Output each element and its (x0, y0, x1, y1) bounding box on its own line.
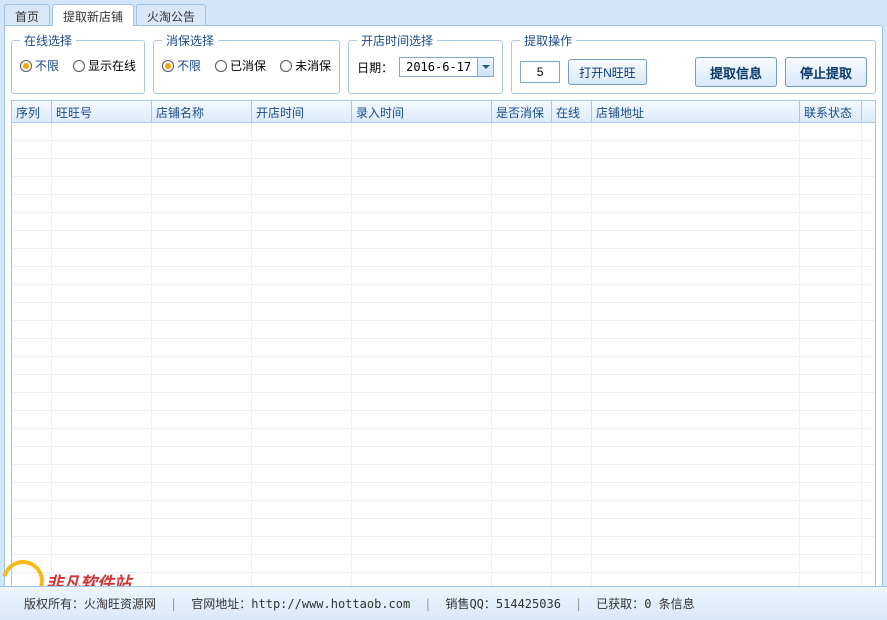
online-filter: 在线选择 不限 显示在线 (11, 32, 145, 94)
radio-guarantee-yes[interactable]: 已消保 (215, 57, 266, 74)
radio-label: 不限 (35, 57, 59, 74)
table-row[interactable] (12, 555, 875, 573)
table-row[interactable] (12, 537, 875, 555)
table-row[interactable] (12, 213, 875, 231)
main-panel: 在线选择 不限 显示在线 消保选择 不限 (4, 25, 883, 593)
table-header: 序列 旺旺号 店铺名称 开店时间 录入时间 是否消保 在线 店铺地址 联系状态 (12, 101, 875, 123)
table-row[interactable] (12, 141, 875, 159)
radio-icon (20, 60, 32, 72)
table-row[interactable] (12, 465, 875, 483)
status-bar: 版权所有：火淘旺资源网 | 官网地址：http://www.hottaob.co… (0, 586, 887, 620)
table-row[interactable] (12, 231, 875, 249)
radio-label: 未消保 (295, 57, 331, 74)
table-row[interactable] (12, 339, 875, 357)
table-row[interactable] (12, 177, 875, 195)
date-value: 2016-6-17 (400, 60, 477, 74)
copyright-text: 版权所有：火淘旺资源网 (10, 595, 170, 612)
radio-label: 不限 (177, 57, 201, 74)
sales-qq: 销售QQ：514425036 (431, 595, 574, 612)
col-contact-status[interactable]: 联系状态 (800, 101, 862, 122)
radio-icon (73, 60, 85, 72)
col-shop-url[interactable]: 店铺地址 (592, 101, 800, 122)
table-row[interactable] (12, 429, 875, 447)
col-wangwang[interactable]: 旺旺号 (52, 101, 152, 122)
chevron-down-icon (482, 65, 490, 69)
date-dropdown-button[interactable] (477, 58, 493, 76)
table-row[interactable] (12, 501, 875, 519)
radio-icon (162, 60, 174, 72)
results-table: 序列 旺旺号 店铺名称 开店时间 录入时间 是否消保 在线 店铺地址 联系状态 (11, 100, 876, 590)
date-label: 日期： (357, 59, 393, 76)
radio-icon (280, 60, 292, 72)
table-row[interactable] (12, 195, 875, 213)
table-row[interactable] (12, 447, 875, 465)
table-row[interactable] (12, 375, 875, 393)
col-open-time[interactable]: 开店时间 (252, 101, 352, 122)
stop-extract-button[interactable]: 停止提取 (785, 57, 867, 87)
tab-bar: 首页 提取新店铺 火淘公告 (4, 4, 883, 26)
official-url: 官网地址：http://www.hottaob.com (177, 595, 424, 612)
tab-extract-shops[interactable]: 提取新店铺 (52, 4, 134, 26)
fetched-count: 已获取：0 条信息 (582, 595, 708, 612)
col-shop-name[interactable]: 店铺名称 (152, 101, 252, 122)
table-row[interactable] (12, 411, 875, 429)
table-row[interactable] (12, 123, 875, 141)
radio-guarantee-no[interactable]: 未消保 (280, 57, 331, 74)
open-time-legend: 开店时间选择 (357, 32, 437, 49)
radio-online-show[interactable]: 显示在线 (73, 57, 136, 74)
radio-guarantee-any[interactable]: 不限 (162, 57, 201, 74)
table-row[interactable] (12, 303, 875, 321)
radio-label: 已消保 (230, 57, 266, 74)
table-row[interactable] (12, 321, 875, 339)
table-row[interactable] (12, 267, 875, 285)
radio-online-any[interactable]: 不限 (20, 57, 59, 74)
extract-operations: 提取操作 打开N旺旺 提取信息 停止提取 (511, 32, 876, 94)
guarantee-filter-legend: 消保选择 (162, 32, 218, 49)
tab-announcement[interactable]: 火淘公告 (136, 4, 206, 26)
online-filter-legend: 在线选择 (20, 32, 76, 49)
table-row[interactable] (12, 159, 875, 177)
table-row[interactable] (12, 285, 875, 303)
col-guarantee[interactable]: 是否消保 (492, 101, 552, 122)
open-wangwang-button[interactable]: 打开N旺旺 (568, 59, 647, 85)
table-body[interactable] (12, 123, 875, 590)
guarantee-filter: 消保选择 不限 已消保 未消保 (153, 32, 340, 94)
table-row[interactable] (12, 357, 875, 375)
open-time-filter: 开店时间选择 日期： 2016-6-17 (348, 32, 503, 94)
date-picker[interactable]: 2016-6-17 (399, 57, 494, 77)
extract-legend: 提取操作 (520, 32, 576, 49)
radio-label: 显示在线 (88, 57, 136, 74)
table-row[interactable] (12, 249, 875, 267)
tab-home[interactable]: 首页 (4, 4, 50, 26)
open-count-input[interactable] (520, 61, 560, 83)
col-entry-time[interactable]: 录入时间 (352, 101, 492, 122)
radio-icon (215, 60, 227, 72)
table-row[interactable] (12, 483, 875, 501)
table-row[interactable] (12, 519, 875, 537)
col-index[interactable]: 序列 (12, 101, 52, 122)
extract-info-button[interactable]: 提取信息 (695, 57, 777, 87)
col-online[interactable]: 在线 (552, 101, 592, 122)
table-row[interactable] (12, 393, 875, 411)
